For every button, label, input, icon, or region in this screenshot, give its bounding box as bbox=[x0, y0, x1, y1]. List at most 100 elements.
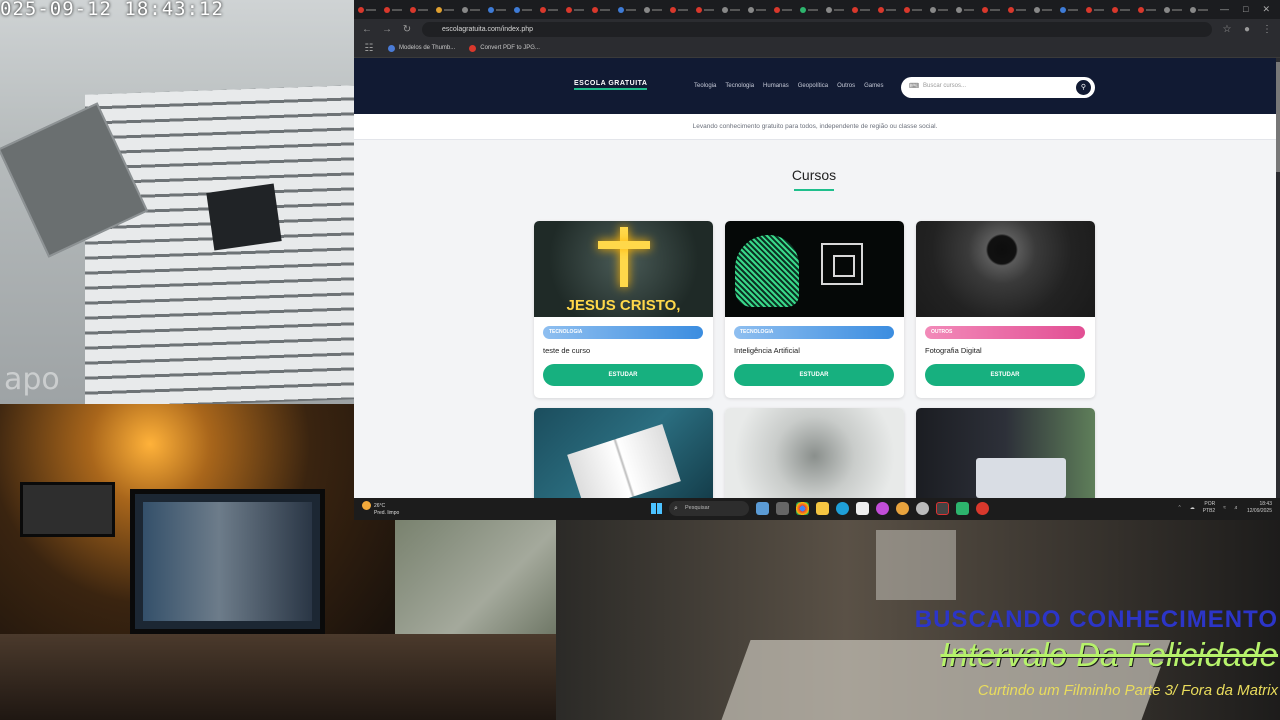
browser-tab[interactable] bbox=[644, 4, 668, 16]
browser-tab[interactable] bbox=[436, 4, 460, 16]
taskbar-search[interactable]: Pesquisar bbox=[669, 501, 749, 516]
forward-icon[interactable]: → bbox=[382, 24, 392, 35]
app-icon[interactable] bbox=[916, 502, 929, 515]
browser-tab[interactable] bbox=[1164, 4, 1188, 16]
bookmark-star-icon[interactable]: ☆ bbox=[1222, 24, 1232, 35]
browser-tab[interactable] bbox=[462, 4, 486, 16]
wifi-icon[interactable]: ≈ bbox=[1223, 505, 1226, 511]
taskview-icon[interactable] bbox=[756, 502, 769, 515]
tab-favicon-icon bbox=[384, 6, 390, 13]
main-monitor bbox=[130, 489, 325, 634]
browser-tab[interactable] bbox=[722, 4, 746, 16]
nav-item-teologia[interactable]: Teologia bbox=[694, 83, 716, 89]
page-scrollbar[interactable] bbox=[1276, 58, 1280, 498]
folder-icon[interactable] bbox=[816, 502, 829, 515]
browser-tab[interactable] bbox=[1112, 4, 1136, 16]
lang-indicator[interactable]: POR bbox=[1204, 501, 1215, 507]
maximize-icon[interactable]: □ bbox=[1243, 4, 1248, 15]
browser-tab[interactable] bbox=[878, 4, 902, 16]
address-bar[interactable]: escolagratuita.com/index.php bbox=[422, 21, 1212, 37]
site-nav: Teologia Tecnologia Humanas Geopolítica … bbox=[694, 83, 883, 89]
browser-tab[interactable] bbox=[1138, 4, 1162, 16]
course-card[interactable] bbox=[534, 408, 713, 498]
browser-tab[interactable] bbox=[904, 4, 928, 16]
obs-icon[interactable] bbox=[936, 502, 949, 515]
browser-tab[interactable] bbox=[410, 4, 434, 16]
back-icon[interactable]: ← bbox=[362, 24, 372, 35]
chevron-up-icon[interactable]: ⌃ bbox=[1178, 505, 1182, 511]
study-button[interactable]: ESTUDAR bbox=[925, 364, 1085, 386]
search-input[interactable]: Buscar cursos... bbox=[923, 83, 966, 89]
course-card[interactable]: JESUS CRISTO, TECNOLOGIA teste de curso … bbox=[534, 221, 713, 398]
windows-start-icon[interactable] bbox=[651, 503, 662, 514]
browser-tab[interactable] bbox=[956, 4, 980, 16]
browser-tab[interactable] bbox=[852, 4, 876, 16]
address-row: ← → ↻ escolagratuita.com/index.php ☆ ● ⋮ bbox=[354, 19, 1280, 39]
nav-item-tecnologia[interactable]: Tecnologia bbox=[725, 83, 754, 89]
browser-tab[interactable] bbox=[566, 4, 590, 16]
browser-tab[interactable] bbox=[488, 4, 512, 16]
study-button[interactable]: ESTUDAR bbox=[734, 364, 894, 386]
course-search[interactable]: ⌨ Buscar cursos... ⚲ bbox=[901, 77, 1095, 98]
browser-tab[interactable] bbox=[358, 4, 382, 16]
reload-icon[interactable]: ↻ bbox=[402, 24, 412, 35]
nav-item-outros[interactable]: Outros bbox=[837, 83, 855, 89]
taskbar-apps: Pesquisar bbox=[651, 501, 989, 516]
close-icon[interactable]: ✕ bbox=[1262, 4, 1270, 15]
weather-desc: Pred. limpo bbox=[374, 510, 400, 516]
bookmark-item[interactable]: Convert PDF to JPG... bbox=[469, 44, 540, 52]
browser-tab[interactable] bbox=[1008, 4, 1032, 16]
browser-tab[interactable] bbox=[774, 4, 798, 16]
course-name: Inteligência Artificial bbox=[734, 346, 800, 355]
bookmark-item[interactable]: Modelos de Thumb... bbox=[388, 44, 455, 52]
stream-stage: 025-09-12 18:43:12 apo BUSCANDO CONHECIM… bbox=[0, 0, 1280, 720]
site-logo[interactable]: ESCOLA GRATUITA bbox=[574, 80, 648, 90]
study-button[interactable]: ESTUDAR bbox=[543, 364, 703, 386]
browser-tab[interactable] bbox=[1086, 4, 1110, 16]
course-card[interactable]: TECNOLOGIA Inteligência Artificial ESTUD… bbox=[725, 221, 904, 398]
app-icon[interactable] bbox=[976, 502, 989, 515]
store-icon[interactable] bbox=[856, 502, 869, 515]
browser-tab[interactable] bbox=[618, 4, 642, 16]
browser-tab[interactable] bbox=[982, 4, 1006, 16]
edge-icon[interactable] bbox=[836, 502, 849, 515]
volume-icon[interactable]: ♬ bbox=[1234, 505, 1239, 511]
minimize-icon[interactable]: — bbox=[1220, 4, 1229, 15]
tab-favicon-icon bbox=[1190, 6, 1196, 13]
apps-grid-icon[interactable]: ☷ bbox=[364, 43, 374, 54]
browser-tab[interactable] bbox=[514, 4, 538, 16]
browser-tab[interactable] bbox=[592, 4, 616, 16]
course-card[interactable]: OUTROS Fotografia Digital ESTUDAR bbox=[916, 221, 1095, 398]
app-icon[interactable] bbox=[776, 502, 789, 515]
course-card[interactable] bbox=[725, 408, 904, 498]
app-icon[interactable] bbox=[956, 502, 969, 515]
browser-tab[interactable] bbox=[826, 4, 850, 16]
browser-tab[interactable] bbox=[1190, 4, 1214, 16]
browser-tab[interactable] bbox=[696, 4, 720, 16]
nav-item-games[interactable]: Games bbox=[864, 83, 883, 89]
cloud-icon[interactable]: ☁ bbox=[1190, 505, 1195, 511]
app-icon[interactable] bbox=[876, 502, 889, 515]
browser-tab[interactable] bbox=[748, 4, 772, 16]
weather-widget[interactable]: 26°C Pred. limpo bbox=[362, 501, 399, 517]
browser-tab[interactable] bbox=[540, 4, 564, 16]
tab-favicon-icon bbox=[358, 6, 364, 13]
course-card[interactable] bbox=[916, 408, 1095, 498]
section-title: Cursos bbox=[791, 167, 837, 183]
course-thumbnail: JESUS CRISTO, bbox=[534, 221, 713, 317]
browser-tab[interactable] bbox=[1034, 4, 1058, 16]
search-icon[interactable]: ⚲ bbox=[1076, 80, 1091, 95]
nav-item-humanas[interactable]: Humanas bbox=[763, 83, 789, 89]
tab-favicon-icon bbox=[462, 6, 468, 13]
nav-item-geopolitica[interactable]: Geopolítica bbox=[798, 83, 828, 89]
profile-icon[interactable]: ● bbox=[1242, 24, 1252, 35]
browser-tab[interactable] bbox=[384, 4, 408, 16]
chrome-icon[interactable] bbox=[796, 502, 809, 515]
browser-tab[interactable] bbox=[800, 4, 824, 16]
browser-tab[interactable] bbox=[1060, 4, 1084, 16]
taskbar-clock[interactable]: 18:43 12/09/2025 bbox=[1247, 501, 1272, 515]
browser-tab[interactable] bbox=[670, 4, 694, 16]
app-icon[interactable] bbox=[896, 502, 909, 515]
browser-tab[interactable] bbox=[930, 4, 954, 16]
menu-dots-icon[interactable]: ⋮ bbox=[1262, 24, 1272, 35]
